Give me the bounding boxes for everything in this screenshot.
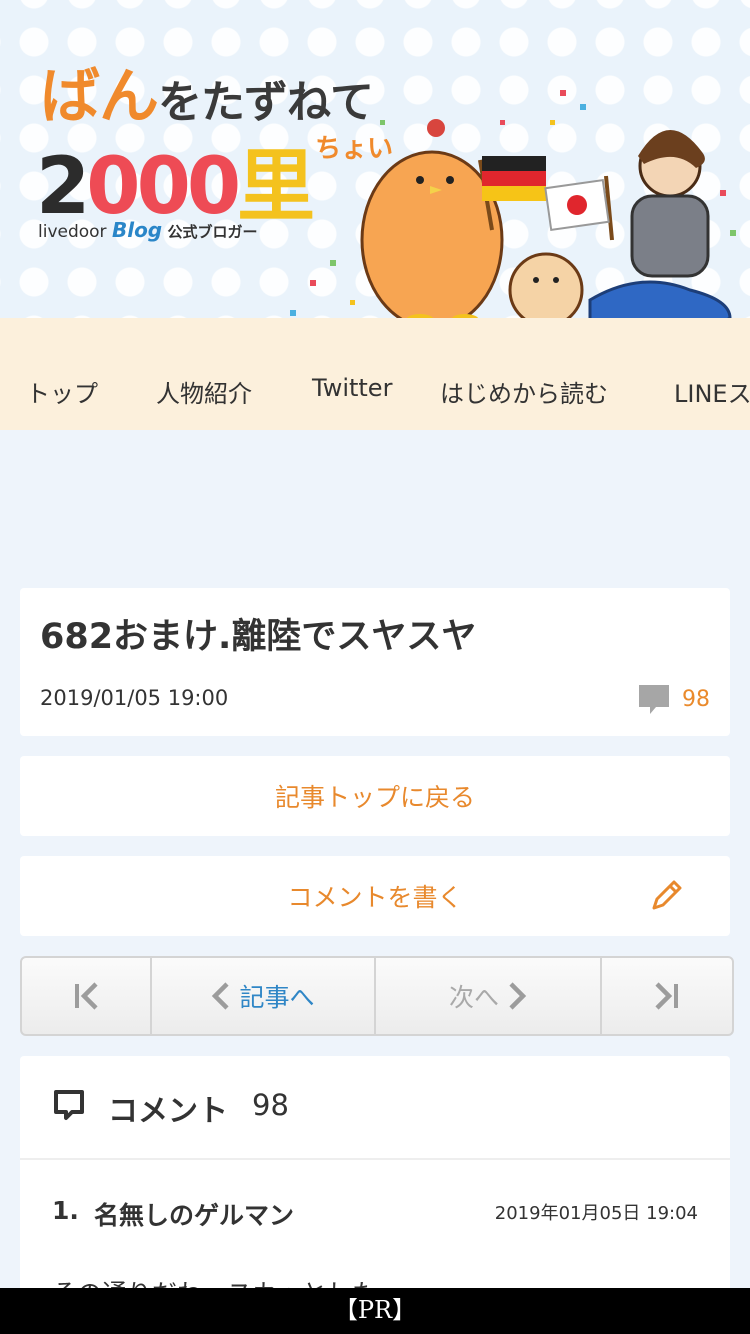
- nav-item-twitter[interactable]: Twitter: [312, 374, 392, 402]
- livedoor-blog-badge: livedoor Blog 公式ブロガー: [38, 218, 258, 242]
- chevron-left-icon: [212, 982, 230, 1010]
- nav-item-top[interactable]: トップ: [26, 374, 98, 409]
- first-page-icon: [75, 982, 98, 1010]
- global-nav: トップ 人物紹介 Twitter はじめから読む LINEスタンプ: [0, 318, 750, 430]
- comment-index: 1.: [52, 1196, 79, 1225]
- pencil-icon: [652, 880, 682, 910]
- nav-item-read-from-start[interactable]: はじめから読む: [440, 374, 608, 409]
- pr-ad-bar[interactable]: 【PR】: [0, 1288, 750, 1334]
- comment-date: 2019年01月05日 19:04: [494, 1203, 698, 1224]
- article-pager: 記事へ 次へ: [20, 956, 734, 1036]
- comment-author: 名無しのゲルマン: [94, 1201, 295, 1230]
- post-date: 2019/01/05 19:00: [40, 686, 229, 710]
- orange-bird-character: [360, 119, 504, 318]
- blog-header-banner[interactable]: ばんをたずねて 2000里ちょい livedoor Blog 公式ブロガー: [0, 0, 750, 318]
- post-comment-count-link[interactable]: 98: [638, 682, 710, 716]
- small-chick-character: [508, 252, 584, 318]
- last-page-icon: [655, 982, 678, 1010]
- speech-bubble-icon: [54, 1090, 84, 1120]
- last-article-button[interactable]: [602, 958, 732, 1034]
- japanese-flag: [544, 175, 614, 241]
- prev-article-button[interactable]: 記事へ: [152, 958, 376, 1034]
- next-article-label: 次へ: [448, 983, 499, 1012]
- prev-article-label: 記事へ: [239, 983, 315, 1012]
- nav-item-line-stamp[interactable]: LINEスタンプ: [674, 374, 750, 409]
- write-comment-label: コメントを書く: [287, 883, 463, 912]
- livedoor-label: livedoor: [38, 222, 107, 242]
- comments-total-count: 98: [252, 1088, 289, 1122]
- post-title: 682おまけ.離陸でスヤスヤ: [40, 617, 477, 657]
- chevron-right-icon: [509, 982, 527, 1010]
- german-flag: [478, 156, 546, 231]
- speech-bubble-icon: [639, 685, 669, 714]
- first-article-button[interactable]: [22, 958, 152, 1034]
- nav-item-profile[interactable]: 人物紹介: [156, 374, 252, 409]
- back-to-article-top-button[interactable]: 記事トップに戻る: [20, 756, 730, 836]
- comments-title: コメント: [108, 1094, 228, 1129]
- logo-title-ban: ばん: [40, 62, 159, 132]
- write-comment-button[interactable]: コメントを書く: [20, 856, 730, 936]
- post-comment-count: 98: [682, 686, 710, 712]
- post-header-card: 682おまけ.離陸でスヤスヤ 2019/01/05 19:00 98: [20, 588, 730, 736]
- next-article-button[interactable]: 次へ: [376, 958, 602, 1034]
- header-illustration: [290, 90, 736, 318]
- official-blogger-label: 公式ブロガー: [167, 223, 258, 241]
- comments-header: コメント 98: [20, 1056, 730, 1160]
- blog-label: Blog: [111, 218, 163, 242]
